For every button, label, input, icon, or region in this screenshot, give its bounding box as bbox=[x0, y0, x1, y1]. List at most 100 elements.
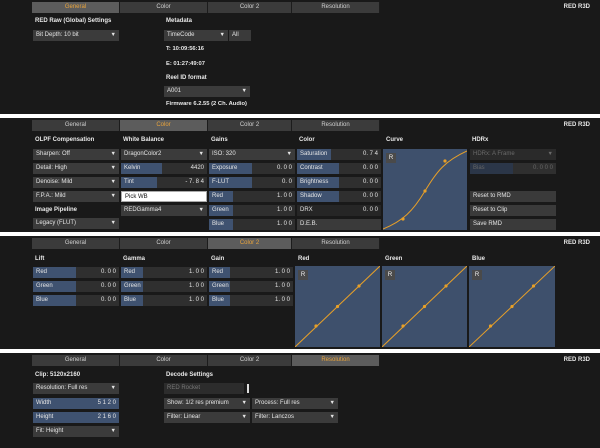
bias-slider[interactable]: Bias 0. 0 0 0 bbox=[470, 163, 556, 174]
tab-color[interactable]: Color bbox=[120, 238, 208, 249]
red-gain-slider[interactable]: Red 1. 0 0 bbox=[209, 191, 295, 202]
lift-red-slider[interactable]: Red 0. 0 0 bbox=[33, 267, 119, 278]
hdrx-select[interactable]: HDRx: A Frame ▼ bbox=[470, 149, 556, 160]
tab-color[interactable]: Color bbox=[120, 120, 208, 131]
gamma-value: REDGamma4 bbox=[124, 207, 162, 213]
chevron-down-icon: ▼ bbox=[547, 151, 553, 157]
exposure-slider[interactable]: Exposure 0. 0 0 bbox=[209, 163, 295, 174]
lift-green-slider[interactable]: Green 0. 0 0 bbox=[33, 281, 119, 292]
reset-to-rmd-button[interactable]: Reset to RMD bbox=[470, 191, 556, 202]
width-value: 5 1 2 0 bbox=[97, 400, 116, 406]
red-rocket-toggle[interactable]: RED Rocket bbox=[164, 383, 244, 394]
filter-linear-value: Filter: Linear bbox=[167, 414, 201, 420]
gamma-select[interactable]: REDGamma4 ▼ bbox=[121, 205, 207, 216]
green-gain-slider[interactable]: Green 1. 0 0 bbox=[209, 205, 295, 216]
tab-general[interactable]: General bbox=[32, 2, 120, 13]
flut-value: 0. 0 bbox=[281, 179, 292, 185]
show-select[interactable]: Show: 1/2 res premium ▼ bbox=[164, 398, 250, 409]
lift-blue-label: Blue bbox=[36, 297, 49, 303]
tint-slider[interactable]: Tint - 7. 8 4 bbox=[121, 177, 207, 188]
tab-general[interactable]: General bbox=[32, 120, 120, 131]
tone-curve-editor[interactable]: R bbox=[383, 149, 467, 230]
red-curve-editor[interactable]: R bbox=[295, 266, 380, 347]
chevron-down-icon: ▼ bbox=[329, 400, 335, 406]
tab-resolution[interactable]: Resolution bbox=[292, 238, 380, 249]
tab-color-2[interactable]: Color 2 bbox=[208, 2, 292, 13]
gamma-blue-slider[interactable]: Blue 1. 0 0 bbox=[121, 295, 207, 306]
resolution-select[interactable]: Resolution: Full res ▼ bbox=[33, 383, 119, 394]
denoise-select[interactable]: Denoise: Mild ▼ bbox=[33, 177, 119, 188]
brightness-label: Brightness bbox=[300, 179, 329, 185]
tab-color-2[interactable]: Color 2 bbox=[208, 355, 292, 366]
blue-gain-slider[interactable]: Blue 1. 0 0 bbox=[209, 219, 295, 230]
reel-id-select[interactable]: A001 ▼ bbox=[164, 86, 250, 97]
green-curve-reset-button[interactable]: R bbox=[385, 270, 395, 280]
filter-linear-select[interactable]: Filter: Linear ▼ bbox=[164, 412, 250, 423]
shadow-value: 0. 0 0 bbox=[362, 193, 378, 199]
tab-general[interactable]: General bbox=[32, 355, 120, 366]
process-select[interactable]: Process: Full res ▼ bbox=[252, 398, 338, 409]
brand-label: RED R3D bbox=[563, 122, 590, 128]
hdrx-header: HDRx bbox=[472, 137, 489, 143]
chevron-down-icon: ▼ bbox=[286, 151, 292, 157]
gain-red-label: Red bbox=[212, 269, 224, 275]
detail-select[interactable]: Detail: High ▼ bbox=[33, 163, 119, 174]
bit-depth-select[interactable]: Bit Depth: 10 bit ▼ bbox=[33, 30, 119, 41]
white-balance-select[interactable]: DragonColor2 ▼ bbox=[121, 149, 207, 160]
tab-color[interactable]: Color bbox=[120, 355, 208, 366]
filter-lanczos-select[interactable]: Filter: Lanczos ▼ bbox=[252, 412, 338, 423]
timecode-end: E: 01:27:49:07 bbox=[166, 61, 205, 67]
brightness-slider[interactable]: Brightness 0. 0 0 bbox=[297, 177, 381, 188]
contrast-slider[interactable]: Contrast 0. 0 0 bbox=[297, 163, 381, 174]
gain-green-slider[interactable]: Green 1. 0 0 bbox=[209, 281, 293, 292]
curve-point bbox=[422, 304, 427, 309]
height-slider[interactable]: Height 2 1 6 0 bbox=[33, 412, 119, 423]
tab-color-2[interactable]: Color 2 bbox=[208, 120, 292, 131]
curve-point bbox=[531, 284, 536, 288]
reset-to-clip-button[interactable]: Reset to Clip bbox=[470, 205, 556, 216]
tab-resolution[interactable]: Resolution bbox=[292, 355, 380, 366]
saturation-value: 0. 7 4 bbox=[362, 151, 378, 157]
gamma-red-slider[interactable]: Red 1. 0 0 bbox=[121, 267, 207, 278]
tab-color[interactable]: Color bbox=[120, 2, 208, 13]
tab-resolution[interactable]: Resolution bbox=[292, 120, 380, 131]
pipeline-select[interactable]: Legacy (FLUT) ▼ bbox=[33, 218, 119, 229]
timecode-start: T: 10:09:56:16 bbox=[166, 46, 205, 52]
pick-wb-button[interactable]: Pick WB bbox=[121, 191, 207, 202]
fpa-select[interactable]: F.P.A.: Mild ▼ bbox=[33, 191, 119, 202]
save-rmd-button[interactable]: Save RMD bbox=[470, 219, 556, 230]
flut-slider[interactable]: F-LUT 0. 0 bbox=[209, 177, 295, 188]
tab-resolution[interactable]: Resolution bbox=[292, 2, 380, 13]
blue-curve-reset-button[interactable]: R bbox=[472, 270, 482, 280]
gamma-green-slider[interactable]: Green 1. 0 0 bbox=[121, 281, 207, 292]
fit-select[interactable]: Fit: Height ▼ bbox=[33, 426, 119, 437]
deb-toggle[interactable]: D.E.B. bbox=[297, 219, 381, 230]
tint-value: - 7. 8 4 bbox=[185, 179, 204, 185]
all-button[interactable]: All bbox=[229, 30, 251, 41]
kelvin-slider[interactable]: Kelvin 4420 bbox=[121, 163, 207, 174]
gain-red-slider[interactable]: Red 1. 0 0 bbox=[209, 267, 293, 278]
lift-blue-slider[interactable]: Blue 0. 0 0 bbox=[33, 295, 119, 306]
curve-point bbox=[510, 304, 514, 309]
filter-lanczos-value: Filter: Lanczos bbox=[255, 414, 295, 420]
gain-blue-slider[interactable]: Blue 1. 0 0 bbox=[209, 295, 293, 306]
contrast-value: 0. 0 0 bbox=[362, 165, 378, 171]
drx-slider[interactable]: DRX 0. 0 0 bbox=[297, 205, 381, 216]
green-curve-editor[interactable]: R bbox=[382, 266, 467, 347]
chevron-down-icon: ▼ bbox=[110, 165, 116, 171]
iso-select[interactable]: ISO: 320 ▼ bbox=[209, 149, 295, 160]
chevron-down-icon: ▼ bbox=[110, 385, 116, 391]
curve-reset-button[interactable]: R bbox=[386, 153, 396, 163]
timecode-select[interactable]: TimeCode ▼ bbox=[164, 30, 228, 41]
green-gain-label: Green bbox=[212, 207, 229, 213]
brand-label: RED R3D bbox=[563, 4, 590, 10]
shadow-slider[interactable]: Shadow 0. 0 0 bbox=[297, 191, 381, 202]
width-slider[interactable]: Width 5 1 2 0 bbox=[33, 398, 119, 409]
tab-color-2[interactable]: Color 2 bbox=[208, 238, 292, 249]
gamma-blue-label: Blue bbox=[124, 297, 137, 303]
tab-general[interactable]: General bbox=[32, 238, 120, 249]
saturation-slider[interactable]: Saturation 0. 7 4 bbox=[297, 149, 381, 160]
blue-curve-editor[interactable]: R bbox=[469, 266, 555, 347]
sharpen-select[interactable]: Sharpen: Off ▼ bbox=[33, 149, 119, 160]
red-curve-reset-button[interactable]: R bbox=[298, 270, 308, 280]
